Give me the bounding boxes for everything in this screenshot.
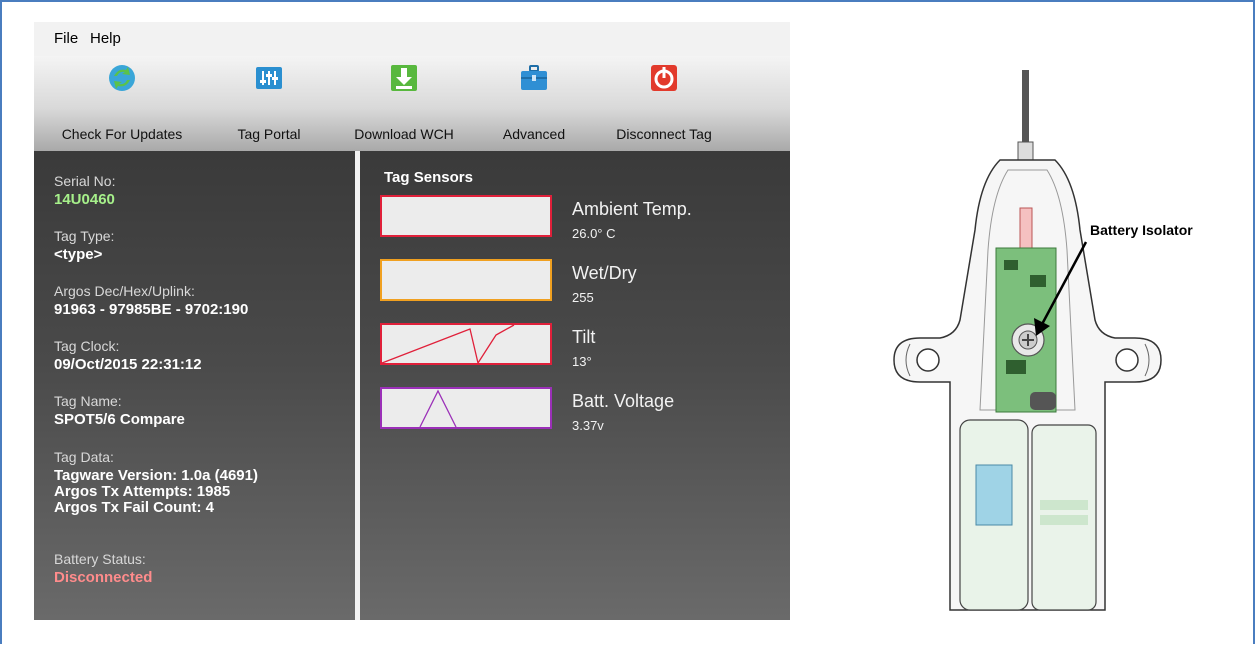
tag-sensors-panel: Tag Sensors Ambient Temp. 26.0° C Wet/Dr… (360, 151, 790, 620)
tag-device-diagram (893, 70, 1162, 611)
tag-type-value: <type> (54, 246, 103, 263)
tx-fail-count-value: Argos Tx Fail Count: 4 (54, 499, 215, 516)
tag-data-label: Tag Data: (54, 449, 114, 465)
menu-file[interactable]: File (54, 30, 78, 47)
disconnect-tag-button[interactable]: Disconnect Tag (594, 56, 734, 151)
download-wch-label: Download WCH (354, 126, 454, 142)
ambient-temp-graph (380, 195, 552, 237)
tilt-name: Tilt (572, 327, 596, 347)
tag-portal-button[interactable]: Tag Portal (214, 56, 324, 151)
argos-value: 91963 - 97985BE - 9702:190 (54, 301, 249, 318)
sensors-title: Tag Sensors (384, 169, 473, 186)
batt-voltage-name: Batt. Voltage (572, 391, 675, 411)
serial-label: Serial No: (54, 173, 116, 189)
tag-info-panel: Serial No: 14U0460 Tag Type: <type> Argo… (34, 151, 355, 620)
batt-voltage-value: 3.37v (572, 418, 604, 433)
ambient-temp-name: Ambient Temp. (572, 199, 692, 219)
disconnect-tag-label: Disconnect Tag (616, 126, 712, 142)
battery-status-label: Battery Status: (54, 551, 146, 567)
argos-label: Argos Dec/Hex/Uplink: (54, 283, 195, 299)
tag-type-label: Tag Type: (54, 228, 115, 244)
download-arrow-icon (391, 65, 417, 91)
check-updates-label: Check For Updates (61, 126, 183, 142)
tag-name-label: Tag Name: (54, 393, 122, 409)
toolbar: Check For Updates Tag Portal Download WC… (34, 56, 790, 151)
tag-clock-value: 09/Oct/2015 22:31:12 (54, 356, 202, 373)
tag-clock-label: Tag Clock: (54, 338, 120, 354)
tilt-graph (380, 323, 552, 365)
serial-value: 14U0460 (54, 191, 115, 208)
wet-dry-name: Wet/Dry (572, 263, 637, 283)
power-icon (651, 65, 677, 91)
wet-dry-value: 255 (572, 290, 594, 305)
ambient-temp-value: 26.0° C (572, 226, 616, 241)
toolbox-icon (521, 65, 547, 90)
tag-portal-label: Tag Portal (237, 126, 301, 142)
batt-voltage-graph (380, 387, 552, 429)
tilt-trace (381, 324, 515, 365)
tag-agent-window: File Help Check For Updates Tag Portal D… (34, 22, 790, 620)
refresh-globe-icon (109, 65, 135, 91)
battery-isolator-callout: Battery Isolator (1090, 222, 1193, 238)
check-updates-button[interactable]: Check For Updates (42, 56, 202, 151)
menu-help[interactable]: Help (90, 30, 121, 47)
menu-bar: File Help (34, 22, 790, 56)
tilt-value: 13° (572, 354, 592, 369)
equalizer-icon (256, 67, 282, 89)
tag-name-value: SPOT5/6 Compare (54, 411, 185, 428)
download-wch-button[interactable]: Download WCH (334, 56, 474, 151)
battery-status-value: Disconnected (54, 569, 153, 586)
advanced-label: Advanced (502, 126, 566, 142)
wet-dry-graph (380, 259, 552, 301)
tagware-version-value: Tagware Version: 1.0a (4691) (54, 467, 258, 484)
advanced-button[interactable]: Advanced (484, 56, 584, 151)
tx-attempts-value: Argos Tx Attempts: 1985 (54, 483, 231, 500)
batt-trace (419, 389, 457, 428)
